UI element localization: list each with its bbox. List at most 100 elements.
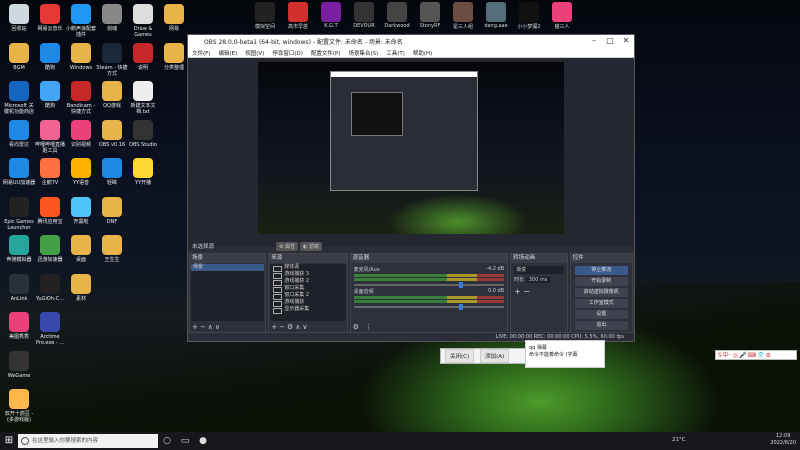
menu-item[interactable]: 视图(V): [245, 49, 264, 57]
desktop-icon[interactable]: 说明: [126, 42, 160, 71]
scene-controls[interactable]: +−∧∨: [192, 323, 222, 331]
menu-item[interactable]: 帮助(H): [413, 49, 432, 57]
desktop-icon[interactable]: 酷狗: [33, 42, 67, 71]
notification-popup[interactable]: qq 弹幕 命令不能着命令 (字幕: [525, 340, 605, 368]
preview-canvas[interactable]: [258, 62, 564, 234]
desktop-icon[interactable]: Draw & Games: [126, 4, 160, 38]
desktop-icon[interactable]: Steam - 快捷方式: [95, 42, 129, 77]
source-item[interactable]: 游戏捕获 2: [270, 278, 345, 286]
source-item[interactable]: 窗口采集 2: [270, 292, 345, 300]
control-button[interactable]: 停止推流: [574, 266, 629, 275]
menu-item[interactable]: 工具(T): [386, 49, 405, 57]
desktop-icon[interactable]: 开黑啦: [64, 196, 98, 225]
control-button[interactable]: 启动虚拟摄像机: [574, 288, 629, 297]
task-view-icon[interactable]: ○: [158, 432, 176, 450]
obs-preview[interactable]: [188, 59, 634, 247]
duration-input[interactable]: 300 ms: [525, 277, 551, 283]
source-item[interactable]: 媒体源: [270, 264, 345, 272]
desktop-icon[interactable]: 哔哩哔哩直播姬工具: [33, 119, 67, 154]
desktop-icon[interactable]: YY语音: [64, 158, 98, 186]
taskbar-app-icon[interactable]: ▭: [176, 432, 194, 450]
desktop-top-icon[interactable]: 高市早苗: [283, 0, 313, 30]
desktop-icon[interactable]: 新建文本文档.txt: [126, 81, 160, 115]
desktop-icon[interactable]: QQ游戏: [95, 81, 129, 109]
desktop-top-icon[interactable]: 模拟空间: [250, 0, 280, 30]
menu-item[interactable]: 编辑(E): [218, 49, 237, 57]
control-button[interactable]: 开始录制: [574, 277, 629, 286]
desktop-icon[interactable]: 双开十鸽豆 -(多游戏版): [2, 389, 36, 423]
desktop-icon[interactable]: YuGiOh-C...: [33, 273, 67, 302]
source-controls[interactable]: +−⚙∧∨: [271, 323, 309, 331]
add-button[interactable]: 添加(A): [480, 349, 510, 363]
transition-add-remove[interactable]: + −: [514, 287, 563, 296]
desktop-icon[interactable]: 小鹅声浪配套插件: [64, 4, 98, 38]
menu-item[interactable]: 配置文件(P): [311, 49, 341, 57]
taskbar-search-input[interactable]: 在这里输入你要搜索的内容: [18, 434, 158, 448]
clock[interactable]: 12:09 2022/8/20: [770, 433, 796, 447]
desktop-top-icon[interactable]: StonyRF: [415, 0, 445, 29]
desktop-icon[interactable]: Epic Games Launcher: [2, 196, 36, 231]
desktop-volume-slider[interactable]: [353, 304, 505, 310]
desktop-icon[interactable]: 酷狗: [33, 81, 67, 109]
control-button[interactable]: 工作室模式: [574, 299, 629, 308]
desktop-icon[interactable]: Windows: [64, 42, 98, 71]
desktop-icon[interactable]: OBS v0.16: [95, 119, 129, 148]
close-button[interactable]: 关闭(C): [445, 349, 475, 363]
desktop-icon[interactable]: Arctime Pro.exe - ...: [33, 312, 67, 346]
desktop-top-icon[interactable]: 猫三人: [547, 0, 577, 30]
menu-item[interactable]: 场景集合(S): [348, 49, 378, 57]
mixer-controls[interactable]: ⚙ ⋮: [353, 323, 375, 331]
source-item[interactable]: 游戏捕获: [270, 299, 345, 307]
windows-start-icon[interactable]: ⊞: [0, 432, 18, 450]
desktop-icon[interactable]: 桌面: [64, 235, 98, 263]
desktop-icon[interactable]: 王生生: [95, 235, 129, 263]
desktop-icon[interactable]: WeGame: [2, 350, 36, 379]
transition-select[interactable]: 渐变: [514, 266, 564, 274]
desktop-icon[interactable]: 奔驰模拟器: [2, 235, 36, 263]
desktop-top-icon[interactable]: 小小梦魇2: [514, 0, 544, 30]
desktop-icon[interactable]: DNF: [95, 196, 129, 225]
obs-taskbar-icon[interactable]: ●: [194, 432, 212, 450]
desktop-icon[interactable]: 美图秀秀: [2, 312, 36, 340]
desktop-icon[interactable]: 企鹅TV: [33, 158, 67, 186]
close-icon[interactable]: ✕: [618, 35, 634, 48]
control-button[interactable]: 设置: [574, 310, 629, 319]
maximize-icon[interactable]: □: [602, 35, 618, 48]
desktop-icon[interactable]: AnLink: [2, 273, 36, 302]
menu-item[interactable]: 文件(F): [192, 49, 210, 57]
desktop-icon[interactable]: 网易: [157, 4, 191, 32]
desktop-icon[interactable]: 网易UU加速器: [2, 158, 36, 186]
properties-button[interactable]: ⚙ 属性: [276, 242, 299, 251]
desktop-icon[interactable]: Microsoft 关键机功能商店: [2, 81, 36, 115]
desktop-icon[interactable]: 看向雷达: [2, 119, 36, 148]
desktop-icon[interactable]: 剑魂: [95, 4, 129, 32]
source-item[interactable]: 显示器采集: [270, 306, 345, 314]
desktop-icon[interactable]: 分类整理: [157, 42, 191, 71]
desktop-icon-label: Darkwood: [384, 23, 410, 29]
desktop-icon[interactable]: 素材: [64, 273, 98, 302]
menu-item[interactable]: 停靠窗口(D): [272, 49, 303, 57]
desktop-top-icon[interactable]: dang.aae: [481, 0, 511, 29]
filters-button[interactable]: ◐ 滤镜: [300, 242, 323, 251]
scene-item[interactable]: 场景: [191, 264, 265, 271]
desktop-icon[interactable]: 腾讯应用宝: [33, 196, 67, 225]
control-button[interactable]: 退出: [574, 321, 629, 330]
desktop-top-icon[interactable]: 星三人组: [448, 0, 478, 30]
desktop-icon[interactable]: OBS Studio: [126, 119, 160, 148]
desktop-icon[interactable]: Bandicam - 快捷方式: [64, 81, 98, 115]
desktop-icon[interactable]: 回收站: [2, 4, 36, 32]
desktop-icon[interactable]: 识别视频: [64, 119, 98, 148]
desktop-icon[interactable]: YY开播: [126, 158, 160, 186]
source-item[interactable]: 游戏捕获 3: [270, 271, 345, 279]
desktop-top-icon[interactable]: Darkwood: [382, 0, 412, 29]
desktop-icon[interactable]: 迅游加速器: [33, 235, 67, 263]
source-item[interactable]: 窗口采集: [270, 285, 345, 293]
desktop-top-icon[interactable]: K.G.T: [316, 0, 346, 29]
desktop-icon[interactable]: BGM: [2, 42, 36, 71]
minimize-icon[interactable]: –: [586, 35, 602, 48]
desktop-top-icon[interactable]: DEVOUR: [349, 0, 379, 29]
mic-volume-slider[interactable]: [353, 282, 505, 288]
desktop-icon[interactable]: 网易云音乐: [33, 4, 67, 32]
ime-toolbar[interactable]: S中·◎🎤⌨👕⚙: [715, 350, 797, 360]
desktop-icon[interactable]: 轻眸: [95, 158, 129, 186]
